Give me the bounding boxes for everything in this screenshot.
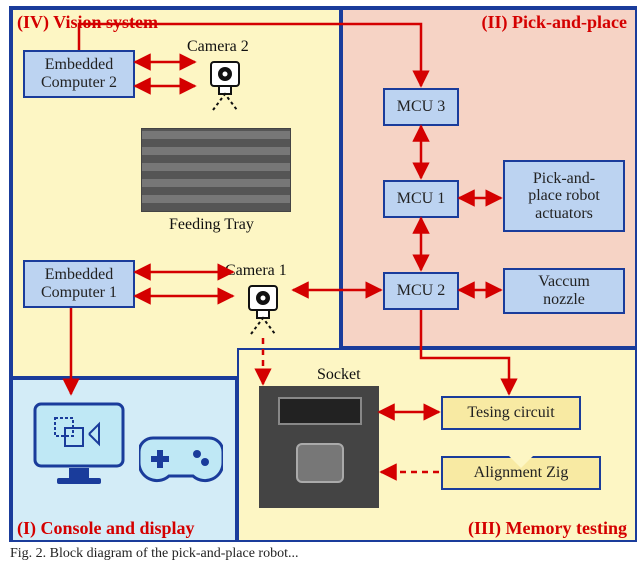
camera-1-icon bbox=[235, 282, 291, 338]
mcu-2: MCU 2 bbox=[383, 272, 459, 310]
mcu-3: MCU 3 bbox=[383, 88, 459, 126]
feeding-tray-photo bbox=[141, 128, 291, 212]
socket-label: Socket bbox=[317, 366, 361, 384]
mcu-1: MCU 1 bbox=[383, 180, 459, 218]
camera-1-label: Camera 1 bbox=[225, 262, 287, 280]
zone-label-console: (I) Console and display bbox=[17, 518, 195, 539]
gamepad-icon bbox=[139, 428, 223, 488]
zone-label-pick: (II) Pick-and-place bbox=[482, 12, 628, 33]
figure-caption: Fig. 2. Block diagram of the pick-and-pl… bbox=[10, 546, 298, 562]
zone-label-memory: (III) Memory testing bbox=[468, 518, 627, 539]
feeding-tray-label: Feeding Tray bbox=[169, 216, 254, 234]
camera-2-label: Camera 2 bbox=[187, 38, 249, 56]
zone-label-vision: (IV) Vision system bbox=[17, 12, 158, 33]
vacuum-nozzle: Vaccum nozzle bbox=[503, 268, 625, 314]
monitor-icon bbox=[29, 398, 129, 492]
embedded-computer-1: Embedded Computer 1 bbox=[23, 260, 135, 308]
camera-2-icon bbox=[197, 58, 253, 114]
embedded-computer-2: Embedded Computer 2 bbox=[23, 50, 135, 98]
testing-circuit: Tesing circuit bbox=[441, 396, 581, 430]
alignment-zig: Alignment Zig bbox=[441, 456, 601, 490]
robot-actuators: Pick-and- place robot actuators bbox=[503, 160, 625, 232]
socket-photo bbox=[259, 386, 379, 508]
